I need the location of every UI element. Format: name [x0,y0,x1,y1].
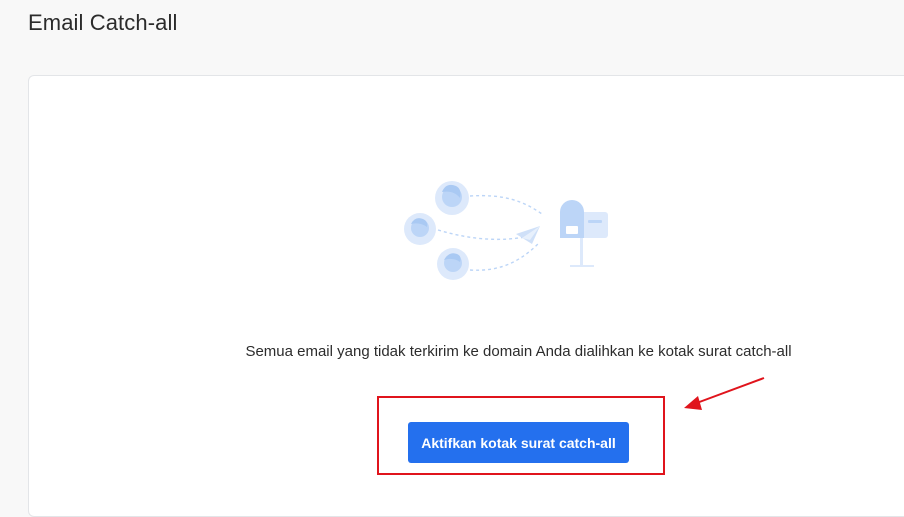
catch-all-description: Semua email yang tidak terkirim ke domai… [245,343,792,360]
annotation-arrow-icon [684,377,765,410]
user-avatar-icon [404,213,436,245]
user-avatar-icon [435,181,469,215]
catch-all-illustration [404,181,608,280]
user-avatar-icon [437,248,469,280]
page-title: Email Catch-all [28,10,178,35]
activate-catch-all-button[interactable]: Aktifkan kotak surat catch-all [408,422,629,463]
envelope-arrow-icon [516,226,540,244]
mailbox-icon [560,200,608,267]
